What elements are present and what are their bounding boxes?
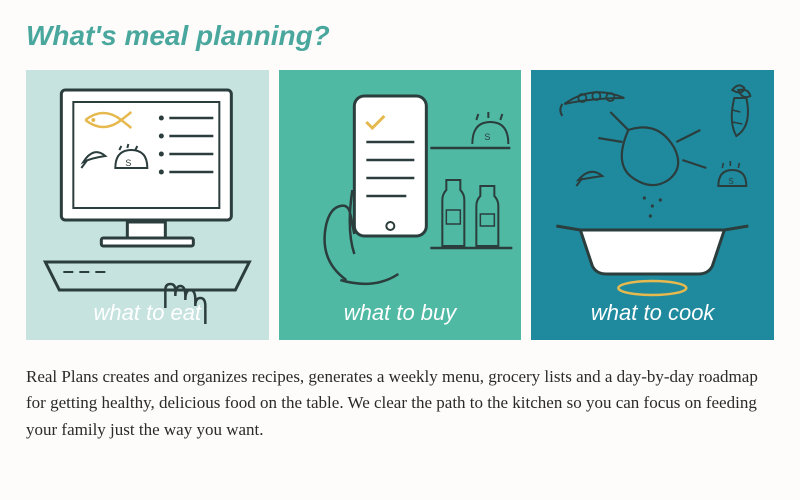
card-what-to-eat: S what to eat <box>26 70 269 340</box>
card-row: S what to eat S <box>26 70 774 340</box>
svg-text:S: S <box>729 177 734 186</box>
svg-text:S: S <box>484 132 490 142</box>
svg-text:S: S <box>125 158 131 168</box>
card-what-to-buy: S what to buy <box>279 70 522 340</box>
card-label-eat: what to eat <box>94 300 202 326</box>
section-description: Real Plans creates and organizes recipes… <box>26 364 774 443</box>
card-label-buy: what to buy <box>344 300 457 326</box>
section-heading: What's meal planning? <box>26 20 774 52</box>
card-label-cook: what to cook <box>591 300 715 326</box>
card-what-to-cook: S what to cook <box>531 70 774 340</box>
